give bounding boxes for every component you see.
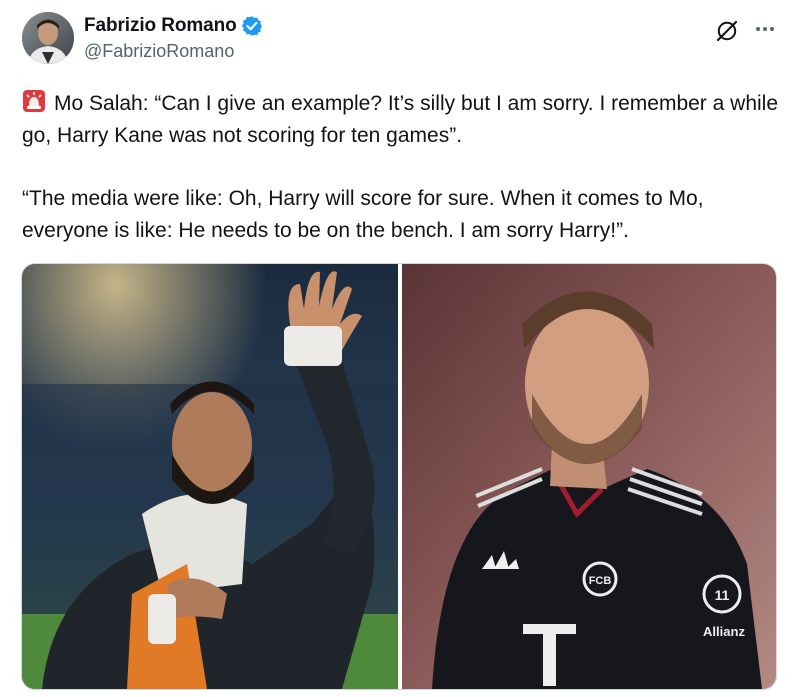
photo-right[interactable]: FCB 11 Allianz T bbox=[402, 264, 776, 689]
svg-text:11: 11 bbox=[715, 587, 730, 603]
svg-text:Allianz: Allianz bbox=[703, 624, 745, 639]
tweet-paragraph-1-text: Mo Salah: “Can I give an example? It’s s… bbox=[22, 92, 779, 147]
chest-logo: T bbox=[522, 606, 577, 689]
author-name-row: Fabrizio Romano bbox=[84, 15, 263, 37]
tweet-paragraph-1: Mo Salah: “Can I give an example? It’s s… bbox=[22, 88, 782, 152]
siren-emoji bbox=[22, 89, 46, 113]
svg-text:FCB: FCB bbox=[589, 575, 612, 587]
display-name[interactable]: Fabrizio Romano bbox=[84, 15, 237, 37]
grok-icon[interactable] bbox=[714, 18, 740, 44]
more-dots-icon[interactable] bbox=[752, 16, 778, 42]
media-grid: FCB 11 Allianz T bbox=[21, 263, 777, 690]
avatar[interactable] bbox=[22, 12, 74, 64]
photo-left[interactable] bbox=[22, 264, 398, 689]
avatar-image bbox=[22, 12, 74, 64]
tweet-text: Mo Salah: “Can I give an example? It’s s… bbox=[22, 88, 782, 247]
tweet-paragraph-2: “The media were like: Oh, Harry will sco… bbox=[22, 187, 704, 242]
verified-badge-icon bbox=[241, 15, 263, 37]
handle[interactable]: @FabrizioRomano bbox=[84, 41, 234, 62]
